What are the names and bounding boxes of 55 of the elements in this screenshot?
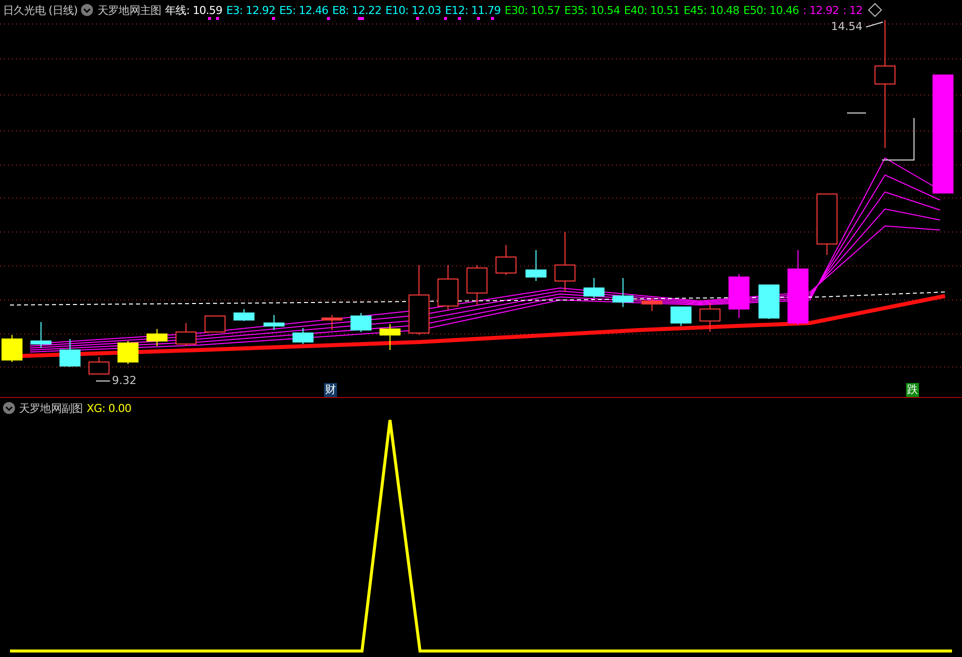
indicator-name[interactable]: 天罗地网副图 bbox=[19, 400, 83, 416]
indicator-value: E8: 12.22 bbox=[332, 4, 382, 16]
indicator-value: E30: 10.57 bbox=[504, 4, 560, 16]
indicator-value: 年线: 10.59 bbox=[165, 2, 222, 18]
chevron-icon[interactable] bbox=[3, 402, 15, 414]
candlestick bbox=[264, 314, 284, 330]
candlestick bbox=[350, 312, 372, 332]
candlestick bbox=[612, 278, 634, 308]
candlestick bbox=[728, 274, 750, 318]
price-tick bbox=[846, 112, 866, 114]
candlestick bbox=[30, 322, 52, 348]
candlestick bbox=[642, 298, 662, 312]
candlestick bbox=[670, 306, 692, 326]
indicator-name[interactable]: 天罗地网主图 bbox=[97, 2, 162, 18]
candlestick bbox=[408, 264, 430, 336]
indicator-value: E50: 10.46 bbox=[743, 4, 799, 16]
indicator-value: : 12.92 bbox=[802, 4, 839, 16]
indicator-value: E40: 10.51 bbox=[624, 4, 680, 16]
candlestick bbox=[758, 284, 780, 320]
candlestick bbox=[292, 328, 314, 344]
chevron-icon[interactable] bbox=[81, 4, 94, 16]
candlestick bbox=[584, 278, 604, 298]
stock-name: 日久光电 (日线) bbox=[3, 2, 78, 18]
leader-line bbox=[866, 22, 884, 28]
candlestick bbox=[554, 232, 576, 292]
indicator-value: E45: 10.48 bbox=[684, 4, 740, 16]
price-label: 9.32 bbox=[112, 374, 136, 387]
candlestick bbox=[526, 250, 546, 282]
indicator-value: XG: 0.00 bbox=[86, 402, 132, 414]
bracket-line bbox=[882, 118, 914, 160]
indicator-value: E3: 12.92 bbox=[226, 4, 276, 16]
candlestick bbox=[146, 328, 168, 346]
event-marker[interactable]: 跌 bbox=[906, 383, 919, 397]
candlestick bbox=[496, 244, 516, 276]
candlestick bbox=[88, 356, 110, 374]
candlestick bbox=[816, 194, 838, 256]
event-marker[interactable]: 财 bbox=[324, 383, 337, 397]
candlestick bbox=[234, 308, 254, 322]
price-label: 14.54 bbox=[831, 20, 862, 33]
candlestick bbox=[438, 264, 458, 310]
candlestick bbox=[322, 314, 342, 330]
candlestick bbox=[2, 334, 22, 362]
candlestick bbox=[700, 302, 720, 332]
candlestick bbox=[204, 316, 226, 332]
indicator-value: E35: 10.54 bbox=[564, 4, 620, 16]
candlestick bbox=[466, 264, 488, 306]
indicator-value: E5: 12.46 bbox=[279, 4, 328, 16]
indicator-value: E10: 12.03 bbox=[385, 4, 441, 16]
indicator-value: : 12 bbox=[842, 4, 862, 16]
indicator-value: E12: 11.79 bbox=[444, 4, 501, 16]
candlestick bbox=[60, 338, 80, 368]
leader-line bbox=[96, 380, 110, 382]
candlestick bbox=[176, 322, 196, 346]
candlestick bbox=[118, 340, 138, 364]
candlestick bbox=[380, 324, 400, 350]
